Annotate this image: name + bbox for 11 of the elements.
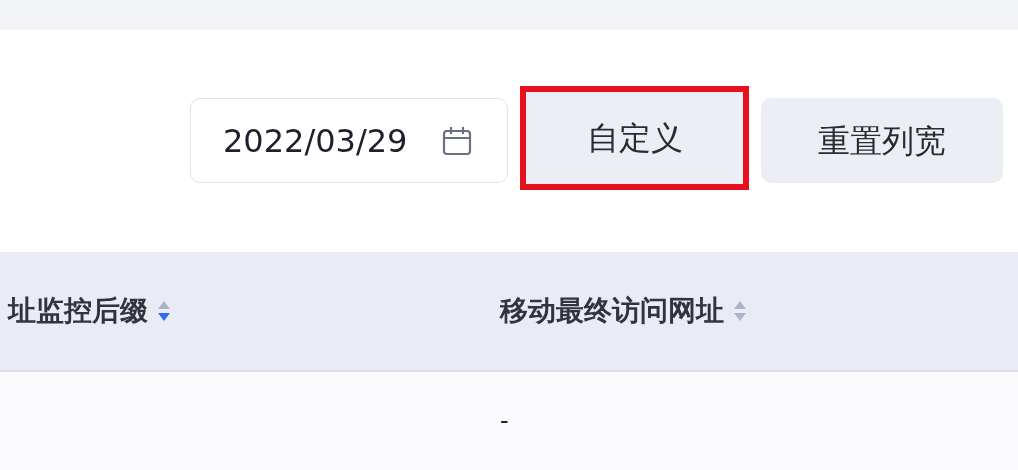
customize-button[interactable]: 自定义 xyxy=(520,86,749,190)
column-header-label: 移动最终访问网址 xyxy=(500,293,724,329)
column-header[interactable]: 址监控后缀 xyxy=(0,252,494,370)
date-field[interactable]: 2022/03/29 xyxy=(190,98,508,183)
reset-width-button[interactable]: 重置列宽 xyxy=(761,98,1003,183)
date-value: 2022/03/29 xyxy=(223,120,408,162)
table-cell-text: - xyxy=(500,406,509,437)
column-header[interactable]: 移动最终访问网址 xyxy=(494,252,1018,370)
sort-icon[interactable] xyxy=(156,299,172,323)
column-header-label: 址监控后缀 xyxy=(8,293,148,329)
calendar-icon[interactable] xyxy=(441,124,473,157)
